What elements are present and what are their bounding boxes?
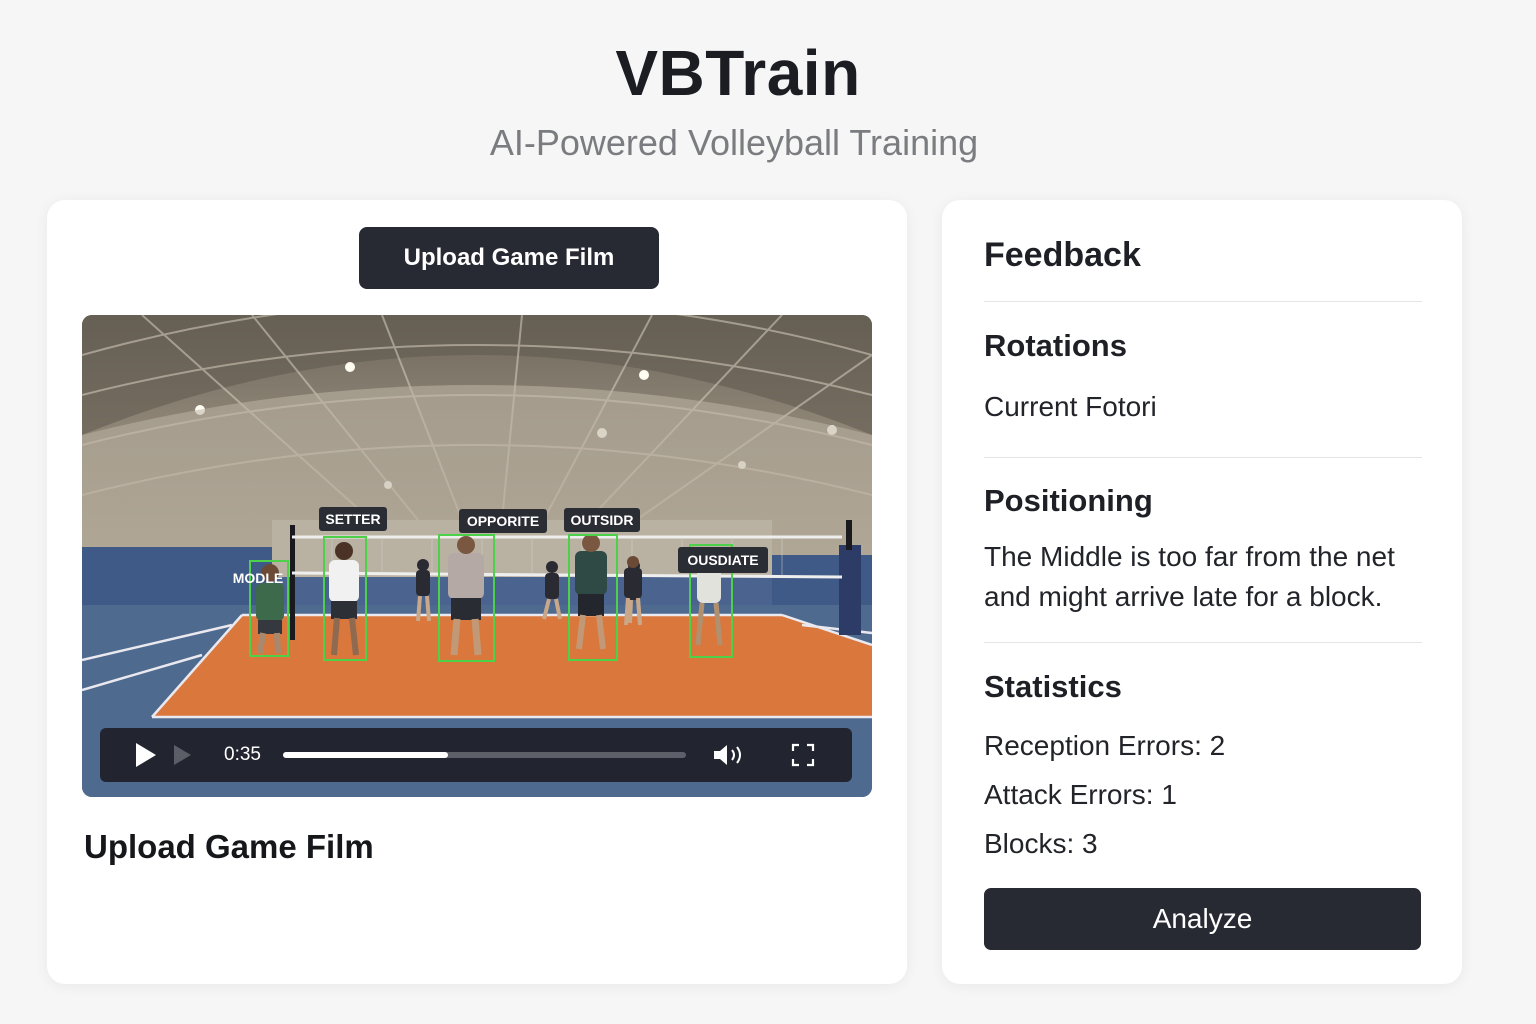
progress-bar[interactable]	[283, 752, 686, 758]
upload-game-film-button[interactable]: Upload Game Film	[359, 227, 659, 289]
video-controls: 0:35	[100, 728, 852, 782]
svg-text:SETTER: SETTER	[325, 511, 380, 527]
positioning-heading: Positioning	[984, 483, 1153, 518]
stat-attack-errors: Attack Errors: 1	[984, 779, 1177, 810]
divider	[984, 642, 1422, 643]
player-label-outside: OUTSIDR	[564, 508, 640, 532]
player-label-middle: MODLE	[233, 570, 284, 586]
positioning-text: The Middle is too far from the net and m…	[984, 541, 1395, 612]
feedback-panel: Feedback Rotations Current Fotori Positi…	[942, 200, 1462, 984]
feedback-title: Feedback	[984, 236, 1141, 274]
svg-text:OPPORITE: OPPORITE	[467, 513, 539, 529]
play-icon[interactable]	[134, 742, 158, 768]
statistics-heading: Statistics	[984, 669, 1122, 704]
svg-text:OUTSIDR: OUTSIDR	[571, 512, 634, 528]
rotations-text: Current Fotori	[984, 391, 1157, 422]
current-time: 0:35	[224, 744, 261, 765]
next-icon[interactable]	[172, 744, 194, 766]
svg-text:OUSDIATE: OUSDIATE	[687, 552, 758, 568]
stat-reception-errors: Reception Errors: 2	[984, 730, 1226, 761]
svg-text:MODLE: MODLE	[233, 570, 284, 586]
volume-icon[interactable]	[712, 742, 748, 768]
stat-blocks: Blocks: 3	[984, 828, 1098, 859]
divider	[984, 301, 1422, 302]
app-title: VBTrain	[615, 37, 861, 109]
player-label-outside-right: OUSDIATE	[678, 547, 768, 573]
rotations-heading: Rotations	[984, 328, 1127, 363]
video-frame: SETTER OPPORITE OUTSIDR OUSDIATE MODLE	[82, 315, 872, 797]
progress-fill	[283, 752, 449, 758]
film-caption: Upload Game Film	[84, 828, 374, 865]
analyze-button[interactable]: Analyze	[984, 888, 1421, 950]
player-label-setter: SETTER	[319, 507, 387, 531]
player-label-opposite: OPPORITE	[459, 509, 547, 533]
app-subtitle: AI-Powered Volleyball Training	[489, 122, 979, 163]
divider	[984, 457, 1422, 458]
video-player[interactable]: SETTER OPPORITE OUTSIDR OUSDIATE MODLE 0…	[82, 315, 872, 797]
fullscreen-icon[interactable]	[791, 743, 815, 767]
video-panel: Upload Game Film SETTER OPPORITE OUTSIDR…	[47, 200, 907, 984]
